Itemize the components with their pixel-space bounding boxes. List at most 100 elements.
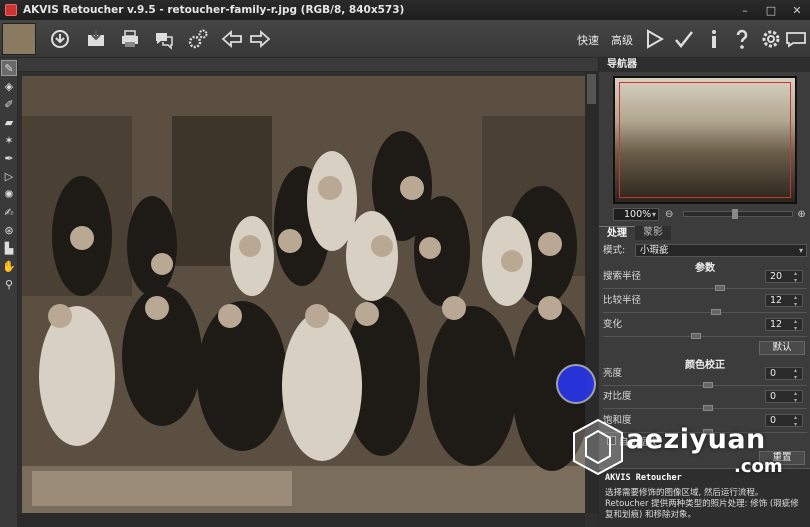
slider-knob[interactable]: [703, 429, 713, 435]
horizontal-scrollbar[interactable]: [18, 513, 585, 527]
maximize-button[interactable]: □: [758, 0, 784, 20]
app-icon: [5, 4, 17, 16]
saturation-input[interactable]: 0: [765, 414, 803, 428]
slider-knob[interactable]: [703, 405, 713, 411]
right-panel: 导航器 100% ⊖ ⊕ 处理 蒙影 模式: 小瑕疵 参数 搜索半径 20 比较…: [598, 58, 810, 527]
photo-canvas[interactable]: [22, 76, 585, 527]
quick-mode-button[interactable]: 快速: [577, 32, 599, 48]
slider-knob[interactable]: [703, 382, 713, 388]
zoom-select[interactable]: 100%: [613, 207, 659, 221]
window-controls: – □ ✕: [732, 0, 810, 20]
help-icon[interactable]: [728, 25, 756, 53]
tab-mask[interactable]: 蒙影: [635, 226, 671, 240]
tool-column: ✎ ◈ ✐ ▰ ✶ ✒ ▷ ✺ ✍ ⊛ ▙ ✋ ⚲: [0, 58, 18, 527]
brightness-input[interactable]: 0: [765, 367, 803, 381]
advanced-mode-button[interactable]: 高级: [611, 32, 633, 48]
share-icon[interactable]: [150, 25, 178, 53]
contrast-slider[interactable]: [603, 405, 807, 411]
window-title: AKVIS Retoucher v.9.5 - retoucher-family…: [23, 4, 405, 16]
eraser-block-icon[interactable]: ▰: [1, 114, 17, 130]
eraser-icon[interactable]: ◈: [1, 78, 17, 94]
mode-select[interactable]: 小瑕疵: [635, 244, 807, 257]
param-row: 比较半径 12: [603, 294, 807, 308]
canvas-ruler: [18, 58, 598, 72]
info-text-1: 选择需要修饰的图像区域, 然后运行流程。: [605, 488, 764, 498]
zoom-icon[interactable]: ⚲: [1, 276, 17, 292]
clone-icon[interactable]: ⊛: [1, 222, 17, 238]
navigator-thumbnail[interactable]: [613, 76, 797, 204]
saturation-label: 饱和度: [603, 415, 632, 426]
zoom-row: 100% ⊖ ⊕: [613, 206, 810, 222]
search-radius-label: 搜索半径: [603, 271, 642, 282]
preferences-icon[interactable]: [757, 25, 785, 53]
param-row: 搜索半径 20: [603, 270, 807, 284]
main-toolbar: 快速 高级: [0, 20, 810, 58]
brush-cursor: [556, 364, 596, 404]
pencil-icon[interactable]: ✐: [1, 96, 17, 112]
minimize-button[interactable]: –: [732, 0, 758, 20]
variation-label: 变化: [603, 319, 623, 330]
mode-label: 模式:: [603, 245, 626, 256]
print-icon[interactable]: [116, 25, 144, 53]
tab-processing[interactable]: 处理: [599, 226, 635, 240]
color-row: 对比度 0: [603, 390, 807, 404]
hand-icon[interactable]: ✋: [1, 258, 17, 274]
mode-row: 模式: 小瑕疵: [603, 244, 807, 258]
dropper-icon[interactable]: ✍: [1, 204, 17, 220]
info-text-2: Retoucher 提供两种类型的照片处理: 修饰 (瑕疵修复和划痕) 和移除对…: [605, 499, 799, 520]
save-icon[interactable]: [82, 25, 110, 53]
stamp-icon[interactable]: ✺: [1, 186, 17, 202]
default-button[interactable]: 默认: [759, 341, 805, 355]
vertical-scrollbar[interactable]: [585, 72, 598, 513]
app-logo: [2, 23, 36, 55]
compare-radius-label: 比较半径: [603, 295, 642, 306]
compare-radius-slider[interactable]: [603, 309, 807, 315]
search-radius-input[interactable]: 20: [765, 270, 803, 284]
contrast-label: 对比度: [603, 391, 632, 402]
info-box: AKVIS Retoucher 选择需要修饰的图像区域, 然后运行流程。 Ret…: [599, 468, 810, 527]
slider-knob[interactable]: [711, 309, 721, 315]
magic-wand-icon[interactable]: ✶: [1, 132, 17, 148]
canvas-area: [18, 58, 598, 527]
open-icon[interactable]: [46, 25, 74, 53]
slider-knob[interactable]: [691, 333, 701, 339]
vertical-scroll-thumb[interactable]: [587, 74, 596, 104]
zoom-out-icon[interactable]: ⊖: [665, 209, 673, 220]
panel-tabs: 处理 蒙影: [599, 226, 810, 240]
fill-icon[interactable]: ✒: [1, 150, 17, 166]
variation-input[interactable]: 12: [765, 318, 803, 332]
compare-radius-input[interactable]: 12: [765, 294, 803, 308]
apply-icon[interactable]: [670, 25, 698, 53]
chat-icon[interactable]: [782, 25, 810, 53]
run-icon[interactable]: [640, 25, 668, 53]
settings-gear-icon[interactable]: [184, 25, 212, 53]
back-arrow-icon[interactable]: [218, 25, 246, 53]
info-title: AKVIS Retoucher: [605, 473, 682, 483]
auto-scale-row: 自动缩放: [603, 436, 807, 450]
zoom-in-icon[interactable]: ⊕: [797, 209, 805, 220]
reset-button[interactable]: 重置: [759, 451, 805, 465]
brightness-slider[interactable]: [603, 382, 807, 388]
arrow-icon[interactable]: ▷: [1, 168, 17, 184]
navigator-header: 导航器: [599, 58, 810, 72]
patch-icon[interactable]: ▙: [1, 240, 17, 256]
zoom-slider-knob[interactable]: [732, 209, 739, 219]
slider-knob[interactable]: [715, 285, 725, 291]
color-row: 饱和度 0: [603, 414, 807, 428]
auto-scale-label: 自动缩放: [619, 437, 658, 448]
color-row: 亮度 0: [603, 367, 807, 381]
zoom-slider[interactable]: [683, 209, 794, 219]
forward-arrow-icon[interactable]: [246, 25, 274, 53]
title-bar: AKVIS Retoucher v.9.5 - retoucher-family…: [0, 0, 810, 20]
info-icon[interactable]: [700, 25, 728, 53]
param-row: 变化 12: [603, 318, 807, 332]
search-radius-slider[interactable]: [603, 285, 807, 291]
brightness-label: 亮度: [603, 368, 623, 379]
brush-icon[interactable]: ✎: [1, 60, 17, 76]
close-button[interactable]: ✕: [784, 0, 810, 20]
contrast-input[interactable]: 0: [765, 390, 803, 404]
variation-slider[interactable]: [603, 333, 807, 339]
navigator-view-frame[interactable]: [619, 82, 791, 198]
auto-scale-checkbox[interactable]: [607, 436, 616, 445]
saturation-slider[interactable]: [603, 429, 807, 435]
